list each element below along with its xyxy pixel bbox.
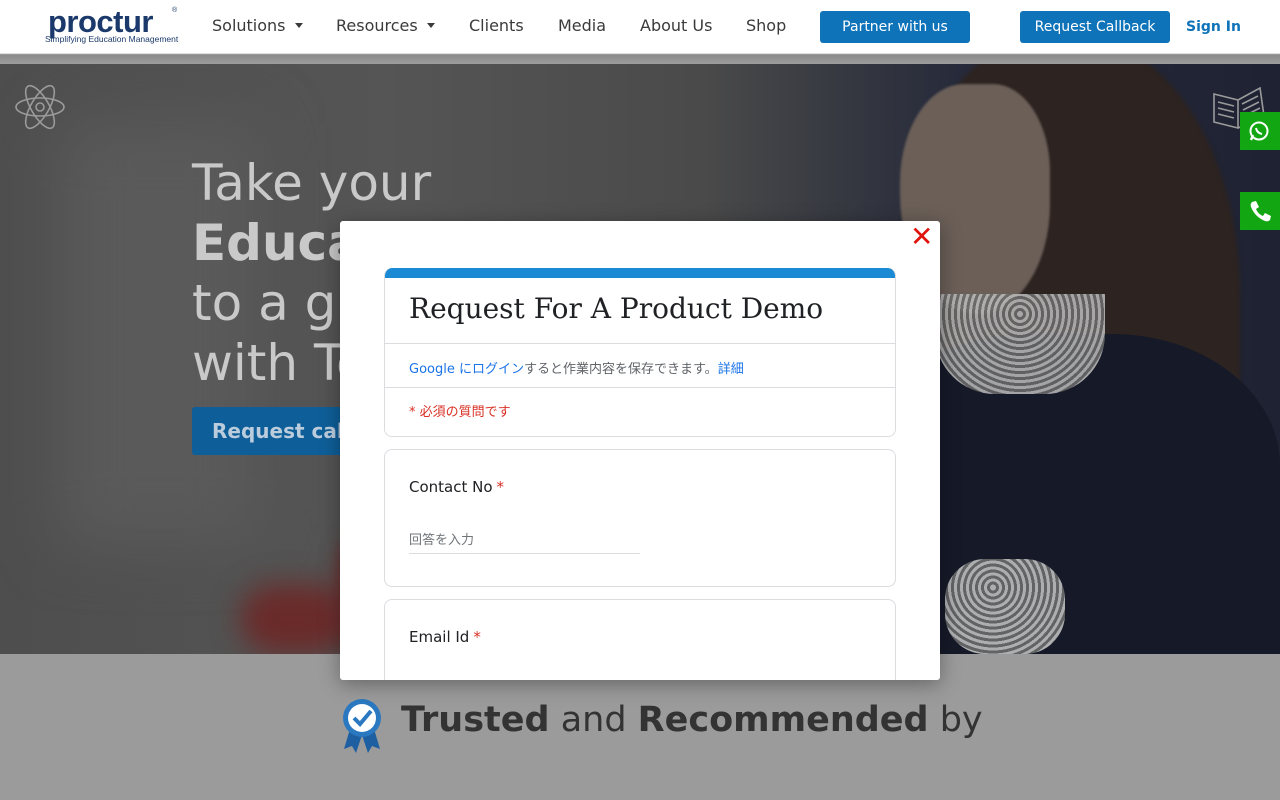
hero-heading-line1: Take your xyxy=(192,154,432,212)
required-star: * xyxy=(473,628,481,646)
question-label: Email Id * xyxy=(409,628,481,646)
required-note: * 必須の質問です xyxy=(409,405,511,420)
form-title: Request For A Product Demo xyxy=(409,292,824,325)
nav-about-us[interactable]: About Us xyxy=(640,16,712,35)
google-login-link[interactable]: Google にログイン xyxy=(409,362,524,377)
trusted-heading: Trusted and Recommended by xyxy=(401,700,983,740)
required-star: * xyxy=(496,478,505,496)
award-ribbon-icon xyxy=(343,699,381,753)
contact-no-input[interactable] xyxy=(409,528,640,554)
nav-clients[interactable]: Clients xyxy=(469,16,524,35)
trusted-word: Trusted xyxy=(401,700,550,740)
phone-icon xyxy=(1250,201,1271,222)
form-accent-bar xyxy=(385,268,895,278)
google-login-notice: Google にログインすると作業内容を保存できます。詳細 xyxy=(409,358,744,377)
hero-heading-line3: to a g xyxy=(192,274,337,332)
caret-down-icon xyxy=(426,23,435,28)
caret-down-icon xyxy=(294,23,303,28)
hero-bg-blur xyxy=(240,584,350,654)
nav-shop[interactable]: Shop xyxy=(746,16,786,35)
nav-media[interactable]: Media xyxy=(558,16,606,35)
whatsapp-button[interactable] xyxy=(1240,112,1280,150)
divider xyxy=(385,387,895,388)
atom-icon xyxy=(15,84,65,130)
contact-no-label: Contact No xyxy=(409,478,493,496)
whatsapp-icon xyxy=(1249,121,1269,141)
question-label: Contact No * xyxy=(409,478,504,496)
form-header-card: Request For A Product Demo Google にログインす… xyxy=(384,268,896,437)
request-callback-button[interactable]: Request Callback xyxy=(1020,11,1170,43)
divider xyxy=(385,343,895,344)
by-word: by xyxy=(928,700,983,740)
email-id-label: Email Id xyxy=(409,628,470,646)
recommended-word: Recommended xyxy=(637,700,929,740)
navbar-shadow xyxy=(0,55,1280,64)
partner-button[interactable]: Partner with us xyxy=(820,11,970,43)
and-word: and xyxy=(549,700,638,740)
question-card-contact: Contact No * xyxy=(384,449,896,587)
sign-in-link[interactable]: Sign In xyxy=(1186,19,1241,35)
nav-resources-label: Resources xyxy=(336,16,418,35)
demo-request-modal: ✕ Request For A Product Demo Google にログイ… xyxy=(340,221,940,680)
question-card-email: Email Id * xyxy=(384,599,896,680)
registered-mark: ® xyxy=(172,7,178,14)
nav-solutions-label: Solutions xyxy=(212,16,286,35)
hero-request-call-button[interactable]: Request call xyxy=(192,407,362,455)
hero-photo-cuff xyxy=(945,559,1065,654)
hero-heading-line2: Educa xyxy=(192,214,361,272)
logo-tagline: Simplifying Education Management xyxy=(45,34,179,44)
details-link[interactable]: 詳細 xyxy=(718,362,744,377)
hero-photo-collar xyxy=(935,294,1105,394)
top-navbar: proctur ® Simplifying Education Manageme… xyxy=(0,0,1280,54)
nav-resources[interactable]: Resources xyxy=(336,16,435,35)
close-icon[interactable]: ✕ xyxy=(910,223,933,251)
login-notice-text: すると作業内容を保存できます。 xyxy=(523,362,718,377)
nav-solutions[interactable]: Solutions xyxy=(212,16,303,35)
proctur-logo[interactable]: proctur ® Simplifying Education Manageme… xyxy=(44,4,184,46)
phone-call-button[interactable] xyxy=(1240,192,1280,230)
